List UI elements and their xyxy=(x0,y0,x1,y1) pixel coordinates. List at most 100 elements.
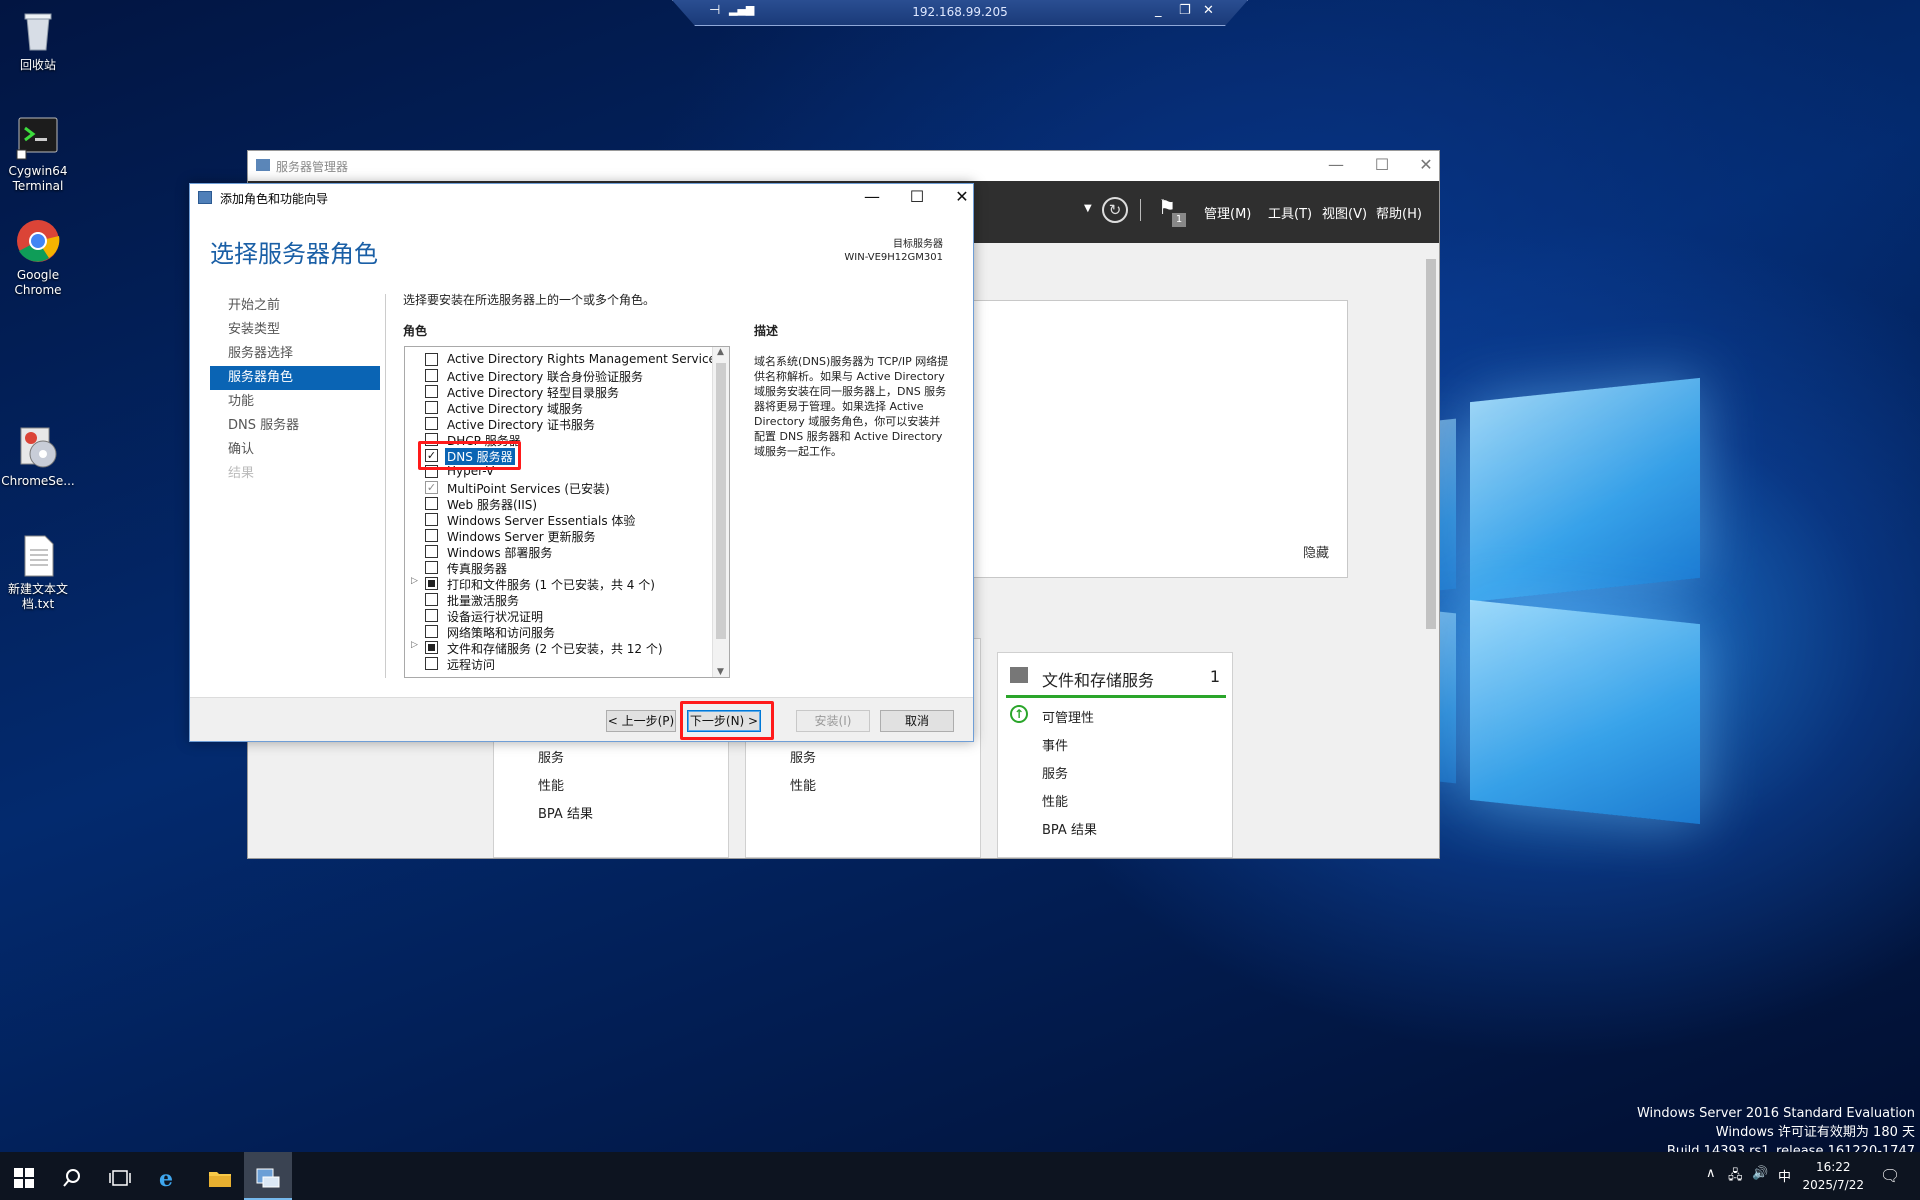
nav-server-selection[interactable]: 服务器选择 xyxy=(210,342,380,366)
nav-before-you-begin[interactable]: 开始之前 xyxy=(210,294,380,318)
minimize-icon[interactable]: _ xyxy=(1155,3,1162,18)
scroll-down-icon[interactable]: ▼ xyxy=(717,667,724,677)
internet-explorer-icon[interactable]: e xyxy=(144,1152,192,1200)
file-explorer-icon[interactable] xyxy=(196,1152,244,1200)
role-checkbox[interactable] xyxy=(425,657,438,670)
tray-overflow-icon[interactable]: ∧ xyxy=(1706,1166,1716,1181)
role-item[interactable]: 传真服务器 xyxy=(405,559,709,576)
nav-confirmation[interactable]: 确认 xyxy=(210,438,380,462)
server-manager-titlebar[interactable]: 服务器管理器 — ☐ ✕ xyxy=(248,151,1439,181)
role-item[interactable]: Active Directory 联合身份验证服务 xyxy=(405,367,709,384)
taskbar-clock[interactable]: 16:22 2025/7/22 xyxy=(1802,1158,1864,1194)
role-item[interactable]: Windows Server 更新服务 xyxy=(405,527,709,544)
desktop-icon-recycle-bin[interactable]: 回收站 xyxy=(0,8,76,73)
maximize-button[interactable]: ☐ xyxy=(905,187,929,206)
start-button[interactable] xyxy=(0,1152,48,1200)
role-item[interactable]: Web 服务器(IIS) xyxy=(405,495,709,512)
tile-row-performance[interactable]: 性能 xyxy=(538,775,564,794)
role-checkbox[interactable] xyxy=(425,529,438,542)
role-item[interactable]: Active Directory 证书服务 xyxy=(405,415,709,432)
vertical-scrollbar[interactable] xyxy=(1423,243,1439,858)
role-checkbox[interactable] xyxy=(425,561,438,574)
role-checkbox[interactable] xyxy=(425,369,438,382)
server-manager-taskbar-icon[interactable] xyxy=(244,1152,292,1200)
role-item[interactable]: 设备运行状况证明 xyxy=(405,607,709,624)
menu-view[interactable]: 视图(V) xyxy=(1322,203,1367,222)
add-roles-wizard[interactable]: 添加角色和功能向导 — ☐ ✕ 选择服务器角色 目标服务器 WIN-VE9H12… xyxy=(189,183,974,742)
role-item[interactable]: ▷ 打印和文件服务 (1 个已安装，共 4 个) xyxy=(405,575,709,592)
role-item[interactable]: ✓ MultiPoint Services (已安装) xyxy=(405,479,709,496)
refresh-icon[interactable]: ↻ xyxy=(1102,197,1128,223)
role-checkbox[interactable] xyxy=(425,513,438,526)
task-view-icon[interactable] xyxy=(96,1152,144,1200)
close-button[interactable]: ✕ xyxy=(950,187,974,206)
menu-manage[interactable]: 管理(M) xyxy=(1204,203,1251,222)
search-icon[interactable] xyxy=(48,1152,96,1200)
action-center-icon[interactable]: 🗨 xyxy=(1880,1166,1900,1185)
role-checkbox[interactable] xyxy=(425,577,438,590)
network-icon[interactable]: 🖧 xyxy=(1728,1166,1743,1188)
role-item[interactable]: 远程访问 xyxy=(405,655,709,672)
role-checkbox[interactable] xyxy=(425,385,438,398)
tile-row-services[interactable]: 服务 xyxy=(1042,763,1068,782)
role-item[interactable]: Active Directory 轻型目录服务 xyxy=(405,383,709,400)
tile-row-bpa[interactable]: BPA 结果 xyxy=(1042,819,1097,838)
roles-list[interactable]: 远程访问 ▷ 文件和存储服务 (2 个已安装，共 12 个) 网络策略和访问服务 设备运… xyxy=(404,346,730,678)
hide-link[interactable]: 隐藏 xyxy=(1303,542,1329,561)
desktop-icon-chrome[interactable]: Google Chrome xyxy=(0,218,76,298)
tile-row-manageability[interactable]: 可管理性 xyxy=(1042,707,1094,726)
roles-scrollbar[interactable]: ▲ ▼ xyxy=(712,347,729,677)
role-item[interactable]: Active Directory Rights Management Servi… xyxy=(405,351,722,367)
nav-installation-type[interactable]: 安装类型 xyxy=(210,318,380,342)
expand-arrow-icon[interactable]: ▷ xyxy=(411,576,418,586)
maximize-button[interactable]: ☐ xyxy=(1370,155,1394,174)
remote-connection-bar[interactable]: ⊣ ▂▄▆ 192.168.99.205 _ ❐ ✕ xyxy=(672,0,1248,26)
role-item[interactable]: 网络策略和访问服务 xyxy=(405,623,709,640)
role-checkbox[interactable] xyxy=(425,497,438,510)
dropdown-arrow-icon[interactable]: ▼ xyxy=(1084,203,1092,214)
tile-row-performance[interactable]: 性能 xyxy=(1042,791,1068,810)
role-item[interactable]: 批量激活服务 xyxy=(405,591,709,608)
cancel-button[interactable]: 取消 xyxy=(880,710,954,732)
close-button[interactable]: ✕ xyxy=(1414,155,1438,174)
nav-dns-server[interactable]: DNS 服务器 xyxy=(210,414,380,438)
restore-icon[interactable]: ❐ xyxy=(1179,3,1191,18)
role-tile-file-storage[interactable]: 文件和存储服务 1 ↑ 可管理性 事件 服务 性能 BPA 结果 xyxy=(997,652,1233,858)
role-item[interactable]: Windows 部署服务 xyxy=(405,543,709,560)
desktop-icon-textfile[interactable]: 新建文本文档.txt xyxy=(0,532,76,612)
tile-row-performance[interactable]: 性能 xyxy=(790,775,816,794)
tile-row-services[interactable]: 服务 xyxy=(538,747,564,766)
role-item[interactable]: Windows Server Essentials 体验 xyxy=(405,511,709,528)
role-checkbox[interactable] xyxy=(425,545,438,558)
previous-button[interactable]: < 上一步(P) xyxy=(606,710,676,732)
close-icon[interactable]: ✕ xyxy=(1203,3,1214,18)
menu-tools[interactable]: 工具(T) xyxy=(1268,203,1312,222)
nav-features[interactable]: 功能 xyxy=(210,390,380,414)
separator xyxy=(1140,199,1141,221)
tile-row-services[interactable]: 服务 xyxy=(790,747,816,766)
recycle-bin-icon xyxy=(15,8,61,54)
nav-server-roles[interactable]: 服务器角色 xyxy=(210,366,380,390)
role-checkbox[interactable] xyxy=(425,625,438,638)
role-checkbox[interactable] xyxy=(425,417,438,430)
role-checkbox[interactable] xyxy=(425,401,438,414)
role-item[interactable]: Active Directory 域服务 xyxy=(405,399,709,416)
volume-icon[interactable]: 🔊 xyxy=(1752,1166,1768,1181)
scroll-up-icon[interactable]: ▲ xyxy=(717,347,724,357)
role-checkbox[interactable] xyxy=(425,641,438,654)
expand-arrow-icon[interactable]: ▷ xyxy=(411,640,418,650)
menu-help[interactable]: 帮助(H) xyxy=(1376,203,1422,222)
desktop-icon-cygwin[interactable]: Cygwin64 Terminal xyxy=(0,114,76,194)
tile-row-bpa[interactable]: BPA 结果 xyxy=(538,803,593,822)
role-item[interactable]: ▷ 文件和存储服务 (2 个已安装，共 12 个) xyxy=(405,639,709,656)
wizard-titlebar[interactable]: 添加角色和功能向导 — ☐ ✕ xyxy=(190,184,973,212)
tile-title[interactable]: 文件和存储服务 xyxy=(1042,667,1154,691)
minimize-button[interactable]: — xyxy=(860,187,884,206)
desktop-icon-chromesetup[interactable]: ChromeSe... xyxy=(0,424,76,489)
minimize-button[interactable]: — xyxy=(1324,155,1348,174)
tile-row-events[interactable]: 事件 xyxy=(1042,735,1068,754)
role-checkbox[interactable] xyxy=(425,353,438,366)
role-checkbox[interactable] xyxy=(425,593,438,606)
input-method-indicator[interactable]: 中 xyxy=(1778,1166,1791,1185)
role-checkbox[interactable] xyxy=(425,609,438,622)
